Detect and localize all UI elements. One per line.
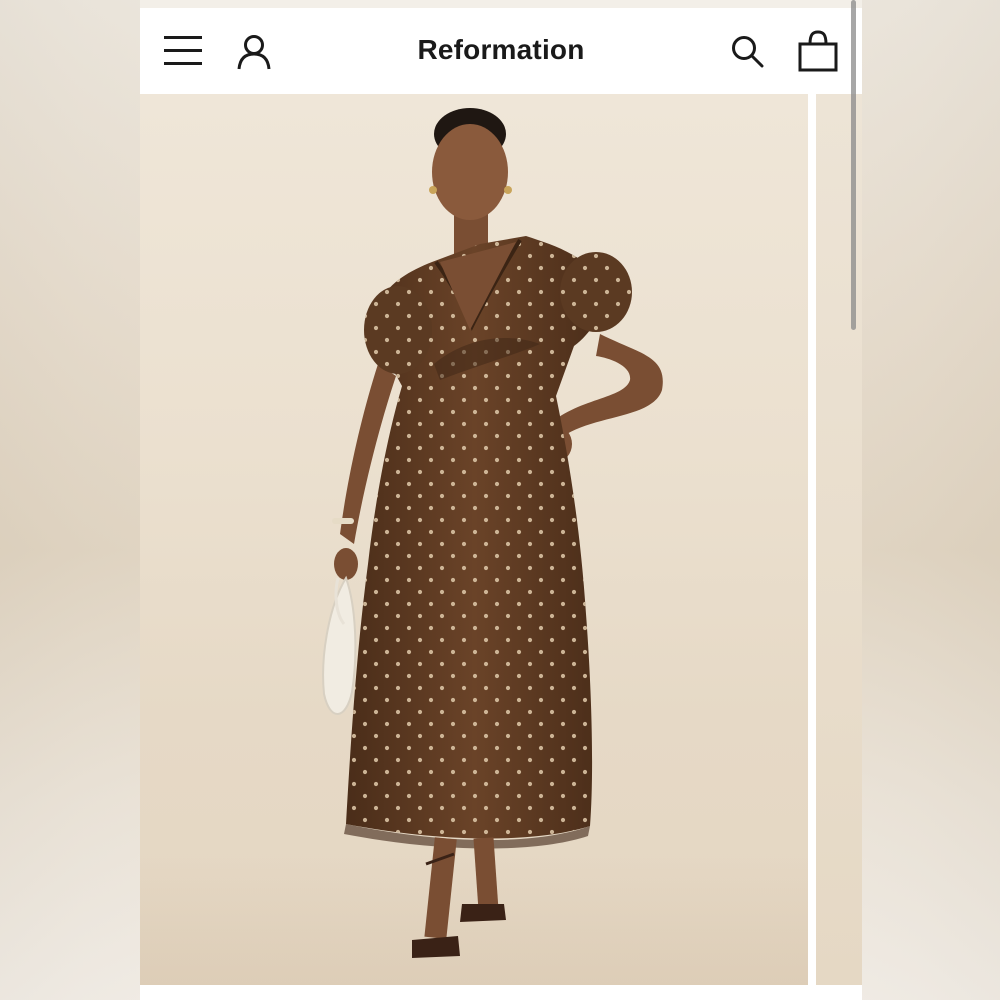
- site-header: Reformation: [140, 8, 862, 94]
- search-icon[interactable]: [730, 34, 764, 68]
- product-image[interactable]: [140, 94, 808, 985]
- background-blur-right: [862, 0, 1000, 1000]
- page-bottom-edge: [140, 985, 862, 1000]
- model-wearing-dress-illustration: [322, 108, 663, 958]
- shopping-bag-icon[interactable]: [798, 30, 838, 72]
- background-blur-left: [0, 0, 140, 1000]
- product-image-carousel[interactable]: [140, 94, 862, 985]
- mobile-screen: Reformation: [140, 8, 862, 1000]
- scrollbar[interactable]: [851, 0, 856, 330]
